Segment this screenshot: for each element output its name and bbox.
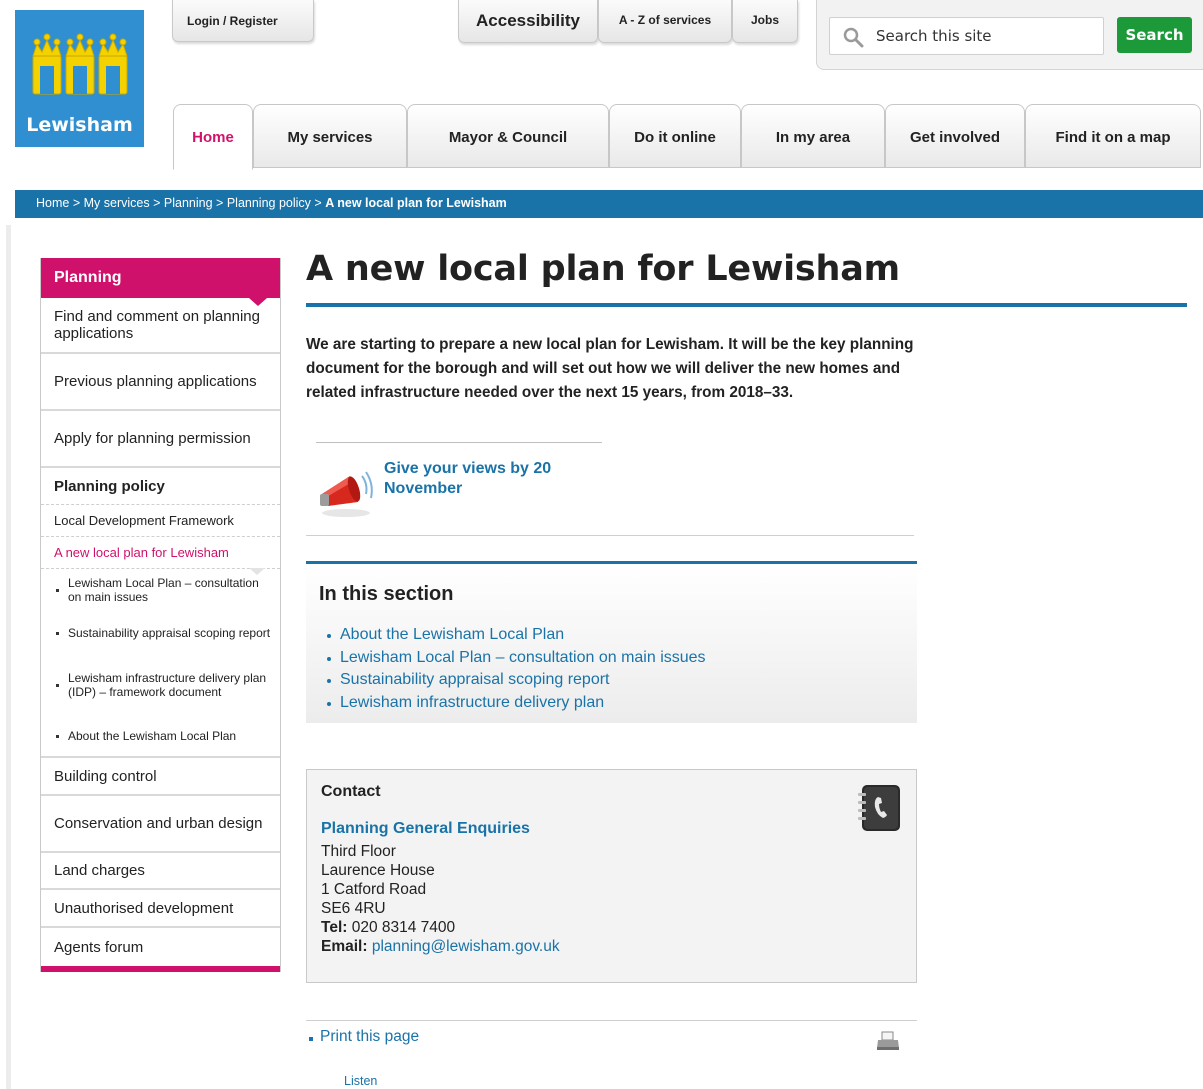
sidebar-item-building-control[interactable]: Building control	[41, 758, 280, 796]
tel-number: 020 8314 7400	[351, 919, 456, 936]
logo-text: Lewisham	[26, 114, 133, 136]
sidebar-item-land-charges[interactable]: Land charges	[41, 853, 280, 890]
tab-mayor-council[interactable]: Mayor & Council	[407, 104, 609, 168]
sidebar-footer-bar	[41, 966, 280, 972]
divider	[306, 1020, 917, 1021]
tab-in-my-area[interactable]: In my area	[741, 104, 885, 168]
breadcrumb-planning-policy[interactable]: Planning policy	[227, 196, 311, 210]
sidebar-item-agents-forum[interactable]: Agents forum	[41, 928, 280, 966]
sidebar-item-find-comment[interactable]: Find and comment on planning application…	[41, 298, 280, 354]
page-edge-rule	[6, 225, 11, 1089]
divider	[306, 535, 914, 536]
print-page-link[interactable]: Print this page	[309, 1028, 419, 1046]
phone-book-icon	[858, 785, 900, 831]
printer-icon[interactable]	[876, 1031, 900, 1051]
sidebar-item-planning-policy[interactable]: Planning policy	[41, 468, 280, 505]
email-line: Email: planning@lewisham.gov.uk	[321, 937, 560, 956]
section-link-idp[interactable]: Lewisham infrastructure delivery plan	[324, 694, 706, 717]
a-z-services-link[interactable]: A - Z of services	[598, 0, 732, 43]
email-label: Email:	[321, 938, 368, 955]
sidebar-bullet-idp[interactable]: Lewisham infrastructure delivery plan (I…	[41, 655, 280, 717]
search-area: Search	[816, 0, 1203, 70]
tab-my-services[interactable]: My services	[253, 104, 407, 168]
breadcrumb-planning[interactable]: Planning	[164, 196, 213, 210]
sidebar-sub-ldf[interactable]: Local Development Framework	[41, 505, 280, 537]
search-icon	[843, 27, 864, 48]
address-line: SE6 4RU	[321, 900, 386, 917]
breadcrumb-separator: >	[314, 196, 322, 210]
sidebar-bullet-sustainability[interactable]: Sustainability appraisal scoping report	[41, 613, 280, 655]
contact-title: Contact	[321, 783, 381, 800]
listen-link[interactable]: Listen	[344, 1074, 377, 1088]
contact-panel: Contact Planning General Enquiries Third…	[306, 769, 917, 983]
section-title: In this section	[319, 583, 454, 605]
tab-home[interactable]: Home	[173, 104, 253, 170]
sidebar-item-previous-applications[interactable]: Previous planning applications	[41, 354, 280, 411]
contact-details: Third Floor Laurence House 1 Catford Roa…	[321, 842, 560, 956]
breadcrumb-separator: >	[72, 196, 81, 210]
breadcrumb-separator: >	[216, 196, 224, 210]
intro-text: We are starting to prepare a new local p…	[306, 336, 914, 401]
telephone-line: Tel: 020 8314 7400	[321, 918, 560, 937]
sidebar-bullet-about[interactable]: About the Lewisham Local Plan	[41, 717, 280, 758]
title-rule	[306, 303, 1187, 307]
search-field[interactable]	[829, 17, 1104, 55]
breadcrumb: Home > My services > Planning > Planning…	[15, 190, 1203, 218]
tab-get-involved[interactable]: Get involved	[885, 104, 1025, 168]
section-link-sustainability[interactable]: Sustainability appraisal scoping report	[324, 671, 706, 694]
divider	[316, 442, 602, 443]
breadcrumb-separator: >	[153, 196, 161, 210]
section-link-about[interactable]: About the Lewisham Local Plan	[324, 626, 706, 649]
sidebar-item-apply-permission[interactable]: Apply for planning permission	[41, 411, 280, 468]
sidebar-sub-current[interactable]: A new local plan for Lewisham	[41, 537, 280, 575]
crown-icon	[32, 33, 128, 95]
megaphone-icon[interactable]	[316, 458, 378, 520]
sidebar-nav: Planning Find and comment on planning ap…	[40, 258, 281, 972]
login-register-link[interactable]: Login / Register	[172, 0, 314, 42]
breadcrumb-home[interactable]: Home	[36, 196, 69, 210]
sidebar-item-unauthorised[interactable]: Unauthorised development	[41, 890, 280, 928]
contact-name: Planning General Enquiries	[321, 820, 530, 837]
sidebar-item-conservation[interactable]: Conservation and urban design	[41, 796, 280, 853]
tab-find-on-map[interactable]: Find it on a map	[1025, 104, 1201, 168]
section-link-consultation[interactable]: Lewisham Local Plan – consultation on ma…	[324, 649, 706, 672]
breadcrumb-current: A new local plan for Lewisham	[325, 196, 507, 210]
search-button[interactable]: Search	[1117, 17, 1192, 53]
page-title: A new local plan for Lewisham	[306, 249, 900, 289]
tel-label: Tel:	[321, 919, 348, 936]
accessibility-link[interactable]: Accessibility	[458, 0, 598, 43]
give-views-link[interactable]: Give your views by 20 November	[384, 459, 594, 499]
tab-do-it-online[interactable]: Do it online	[609, 104, 741, 168]
breadcrumb-my-services[interactable]: My services	[84, 196, 150, 210]
address-line: Laurence House	[321, 862, 435, 879]
email-link[interactable]: planning@lewisham.gov.uk	[372, 938, 560, 955]
sidebar-bullet-consultation[interactable]: Lewisham Local Plan – consultation on ma…	[41, 569, 280, 613]
jobs-link[interactable]: Jobs	[732, 0, 798, 43]
search-input[interactable]	[876, 27, 1096, 45]
address-line: 1 Catford Road	[321, 881, 427, 898]
in-this-section-panel: In this section About the Lewisham Local…	[306, 561, 917, 723]
site-logo[interactable]: Lewisham	[15, 10, 144, 147]
sidebar-heading[interactable]: Planning	[41, 258, 280, 306]
address-line: Third Floor	[321, 843, 396, 860]
section-links: About the Lewisham Local Plan Lewisham L…	[324, 626, 706, 716]
